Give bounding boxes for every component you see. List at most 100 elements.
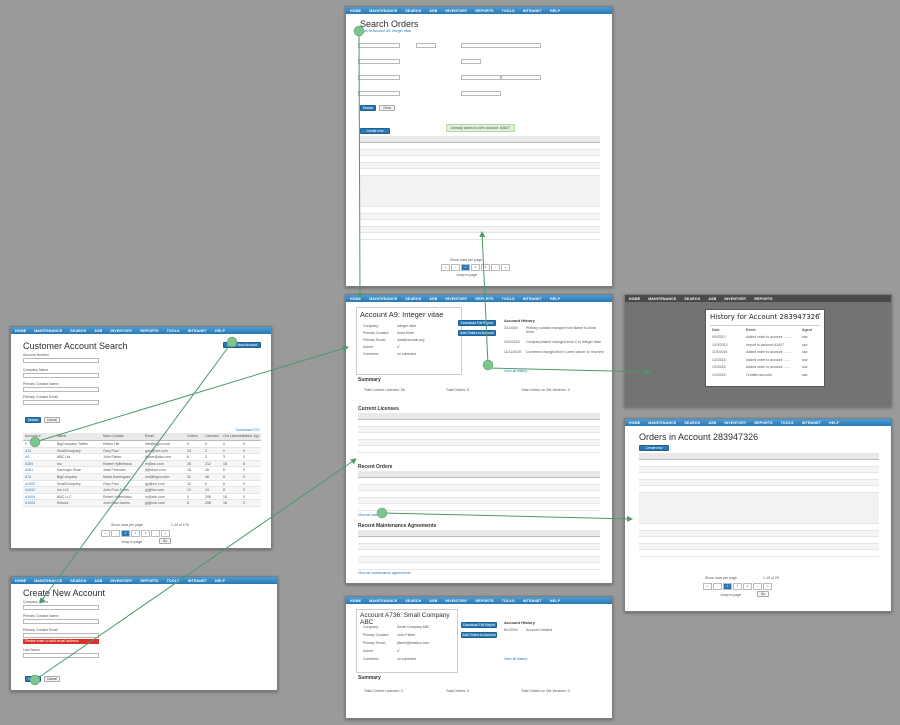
create-new-account-button[interactable]: Create New Account [223,342,261,348]
add-orders-button[interactable]: Add Orders to Account [461,632,497,638]
view-all-history-link[interactable]: View all history [504,369,527,373]
nav-tools[interactable]: TOOLS [167,329,180,333]
nav-tools[interactable]: TOOLS [502,599,515,603]
table-cell[interactable]: A1900 [25,482,35,486]
page-1[interactable]: 1 [723,583,732,590]
email-input[interactable] [358,91,400,96]
view-all-orders-link[interactable]: View all orders [358,513,381,517]
table-row[interactable]: A73 BigCompany Maria Dominguez md@bigco.com… [23,473,261,481]
nav-intranet[interactable]: INTRANET [188,579,207,583]
search-button[interactable]: Search [25,417,41,423]
nav-search[interactable]: SEARCH [684,297,700,301]
table-cell[interactable]: A281 [25,468,33,472]
nav-search[interactable]: SEARCH [684,421,700,425]
table-row[interactable]: A1004 ABC LLC Robert Hyllenhaus rh@abc.com 0… [23,494,261,501]
page-1[interactable]: 1 [121,530,130,537]
table-row[interactable]: A9 ABC Ltd John Fisher jfisher@abc.com 8 3 3 0 [23,454,261,461]
page-3[interactable]: 3 [743,583,752,590]
nav-maintenance[interactable]: MAINTENANCE [34,329,62,333]
page-first[interactable]: « [441,264,450,271]
nav-tools[interactable]: TOOLS [167,579,180,583]
nav-reports[interactable]: REPORTS [475,297,493,301]
account-number-input[interactable] [23,358,99,363]
nav-maintenance[interactable]: MAINTENANCE [369,9,397,13]
nav-help[interactable]: HELP [550,297,560,301]
nav-asb[interactable]: ASB [429,297,437,301]
nav-asb[interactable]: ASB [708,297,716,301]
cancel-button[interactable]: Cancel [44,676,60,682]
company-name-input[interactable] [23,605,99,610]
col-email[interactable]: Email [145,434,154,438]
nav-asb[interactable]: ASB [94,329,102,333]
col-ord-licenses[interactable]: Ord Licenses [223,434,244,438]
nav-home[interactable]: HOME [350,297,361,301]
table-row[interactable]: A1004 Robout John Paul James jpj@rob.com 8 29… [23,500,261,507]
table-cell[interactable]: A1004 [25,501,35,505]
nav-search[interactable]: SEARCH [405,9,421,13]
page-next[interactable]: › [753,583,762,590]
nav-search[interactable]: SEARCH [405,297,421,301]
col-main-contact[interactable]: Main Contact [103,434,124,438]
col-licenses[interactable]: Licenses [205,434,219,438]
nav-home[interactable]: HOME [350,599,361,603]
download-full-report-button[interactable]: Download Full Report [461,622,497,628]
close-icon[interactable]: × [818,312,821,318]
page-next[interactable]: › [151,530,160,537]
nav-maintenance[interactable]: MAINTENANCE [648,421,676,425]
page-first[interactable]: « [101,530,110,537]
page-3[interactable]: 3 [481,264,490,271]
nav-intranet[interactable]: INTRANET [523,297,542,301]
col-name[interactable]: Name [57,434,66,438]
nav-maintenance[interactable]: MAINTENANCE [34,579,62,583]
table-row[interactable]: A1002 Inc LLC John Pool Jones jpj@inc.com 12… [23,487,261,494]
nav-help[interactable]: HELP [550,599,560,603]
nav-inventory[interactable]: INVENTORY [445,599,467,603]
nav-reports[interactable]: REPORTS [754,421,772,425]
nav-asb[interactable]: ASB [708,421,716,425]
nav-asb[interactable]: ASB [94,579,102,583]
last-name-input[interactable] [23,653,99,658]
nav-help[interactable]: HELP [215,329,225,333]
page-next[interactable]: › [491,264,500,271]
nav-reports[interactable]: REPORTS [140,579,158,583]
table-row[interactable]: 0 BigCompany Twitter Kettuu Hill diet@bigc… [23,441,261,448]
quantity-input[interactable] [461,59,481,64]
nav-inventory[interactable]: INVENTORY [724,297,746,301]
page-2[interactable]: 2 [471,264,480,271]
nav-intranet[interactable]: INTRANET [188,329,207,333]
nav-home[interactable]: HOME [350,9,361,13]
nav-inventory[interactable]: INVENTORY [110,579,132,583]
nav-reports[interactable]: REPORTS [475,9,493,13]
page-prev[interactable]: ‹ [451,264,460,271]
nav-reports[interactable]: REPORTS [475,599,493,603]
search-by-text-input-2[interactable] [501,75,541,80]
clear-button[interactable]: Clear [379,105,395,111]
col-account[interactable]: Account # [25,434,41,438]
cancel-button[interactable]: Cancel [44,417,60,423]
table-cell[interactable]: A73 [25,475,31,479]
nav-inventory[interactable]: INVENTORY [110,329,132,333]
table-row[interactable]: A281 Kavuoglu Store Jane Freeman jf@store.c… [23,467,261,474]
table-cell[interactable]: A12 [25,449,31,453]
page-2[interactable]: 2 [733,583,742,590]
nav-inventory[interactable]: INVENTORY [445,9,467,13]
go-button[interactable]: Go [159,538,171,544]
nav-search[interactable]: SEARCH [405,599,421,603]
page-2[interactable]: 2 [131,530,140,537]
col-maint[interactable]: Maint. Agr. [243,434,260,438]
view-all-history-link[interactable]: View all history [504,657,527,661]
table-row[interactable]: A289 Inc Robert Hyllenhaus rh@inc.com 36 212 1… [23,460,261,468]
nav-inventory[interactable]: INVENTORY [445,297,467,301]
page-last[interactable]: » [161,530,170,537]
country-input[interactable] [358,75,400,80]
nav-home[interactable]: HOME [15,329,26,333]
table-row[interactable]: A12 SmallCompany Gary Paul gary@sm.com 24 2 0 0 [23,447,261,455]
view-all-maint-link[interactable]: View all maintenance agreements [358,571,410,575]
page-3[interactable]: 3 [141,530,150,537]
col-orders[interactable]: Orders [187,434,198,438]
nav-intranet[interactable]: INTRANET [802,421,821,425]
nav-search[interactable]: SEARCH [70,579,86,583]
table-cell[interactable]: A1004 [25,495,35,499]
table-cell[interactable]: 0 [25,442,27,446]
page-prev[interactable]: ‹ [713,583,722,590]
